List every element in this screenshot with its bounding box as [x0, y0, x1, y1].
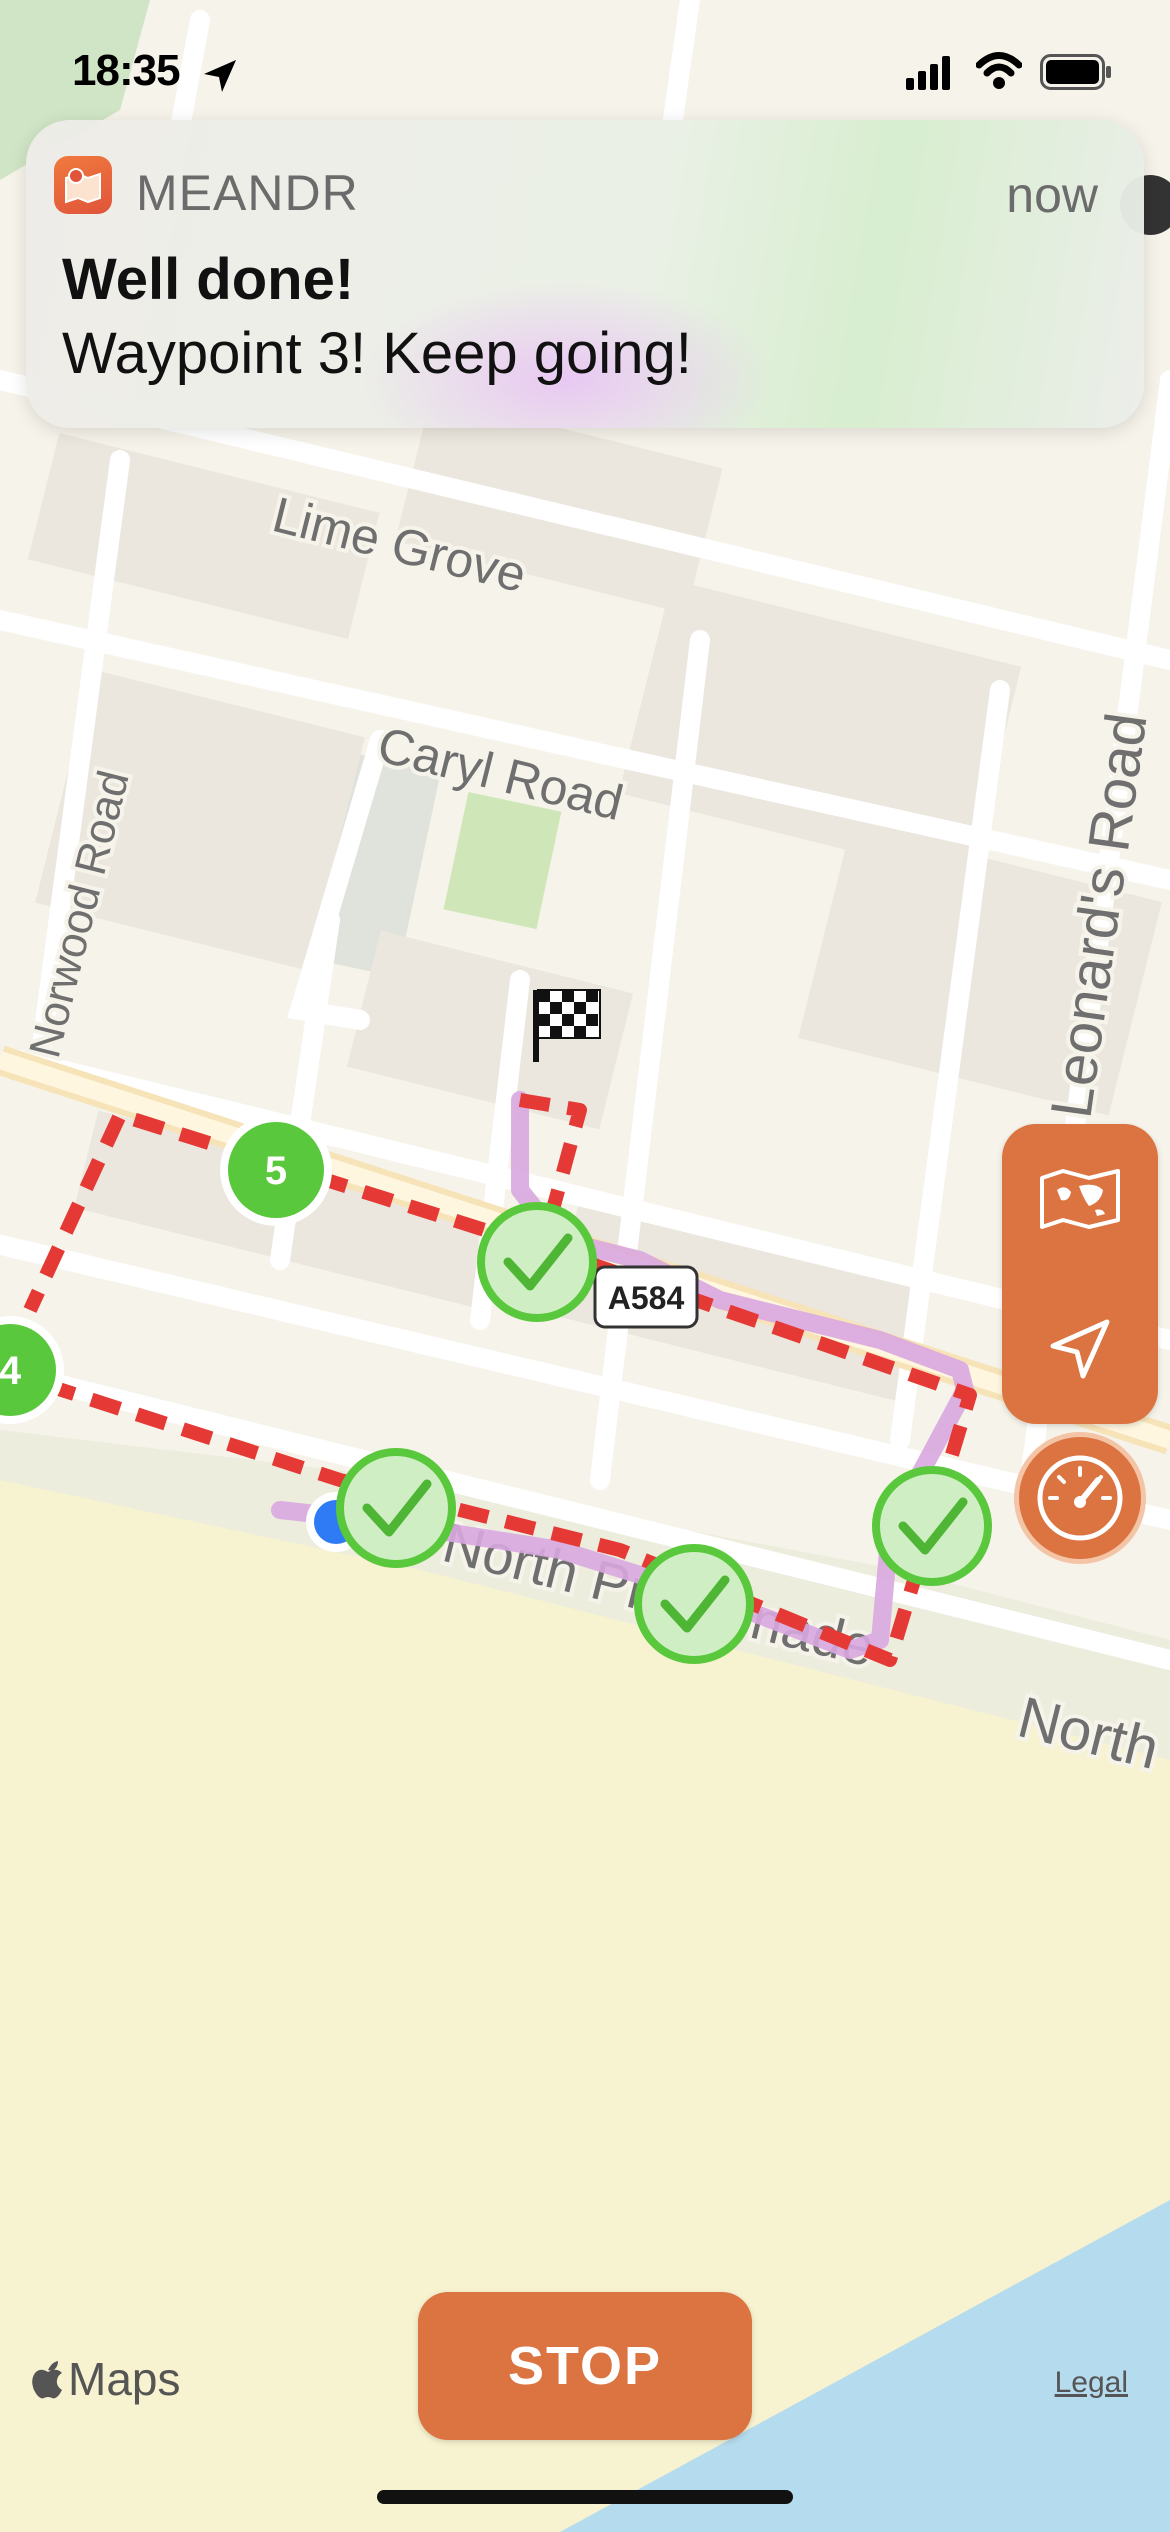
notification-title: Well done!	[62, 247, 355, 312]
svg-text:A584: A584	[608, 1280, 685, 1316]
notification-time: now	[1006, 167, 1098, 223]
waypoint-completed[interactable]	[477, 1202, 597, 1322]
notification-app-name: MEANDR	[136, 165, 359, 221]
status-time: 18:35	[72, 46, 181, 95]
waypoint-5[interactable]: 5	[220, 1114, 332, 1226]
battery-icon	[1040, 54, 1111, 90]
cellular-signal-icon	[906, 56, 950, 90]
road-sign-a584: A584	[593, 1265, 699, 1329]
waypoint-completed[interactable]	[872, 1466, 992, 1586]
notification-banner[interactable]: MEANDR now Well done! Waypoint 3! Keep g…	[26, 120, 1144, 428]
waypoint-completed[interactable]	[634, 1544, 754, 1664]
map-icon	[1040, 1169, 1120, 1229]
legal-link[interactable]: Legal	[1055, 2366, 1128, 2400]
location-arrow-icon	[1050, 1319, 1110, 1379]
location-services-icon	[204, 60, 236, 92]
svg-text:4: 4	[0, 1349, 22, 1393]
meandr-app-icon	[54, 156, 112, 214]
svg-text:5: 5	[265, 1149, 287, 1193]
stop-button[interactable]: STOP	[418, 2292, 752, 2440]
locate-me-button[interactable]	[1002, 1274, 1158, 1424]
speedometer-icon	[1037, 1455, 1123, 1541]
apple-maps-attribution: Maps	[30, 2352, 180, 2406]
map-controls-panel	[1002, 1124, 1158, 1424]
apple-logo-icon	[32, 2361, 62, 2399]
home-indicator[interactable]	[377, 2490, 793, 2504]
wifi-icon	[976, 52, 1022, 89]
speedometer-button[interactable]	[1014, 1432, 1146, 1564]
waypoint-completed[interactable]	[336, 1448, 456, 1568]
maps-label: Maps	[68, 2353, 181, 2405]
status-bar: 18:35	[0, 0, 1170, 140]
notification-body: Waypoint 3! Keep going!	[62, 321, 692, 386]
map-button[interactable]	[1002, 1124, 1158, 1274]
